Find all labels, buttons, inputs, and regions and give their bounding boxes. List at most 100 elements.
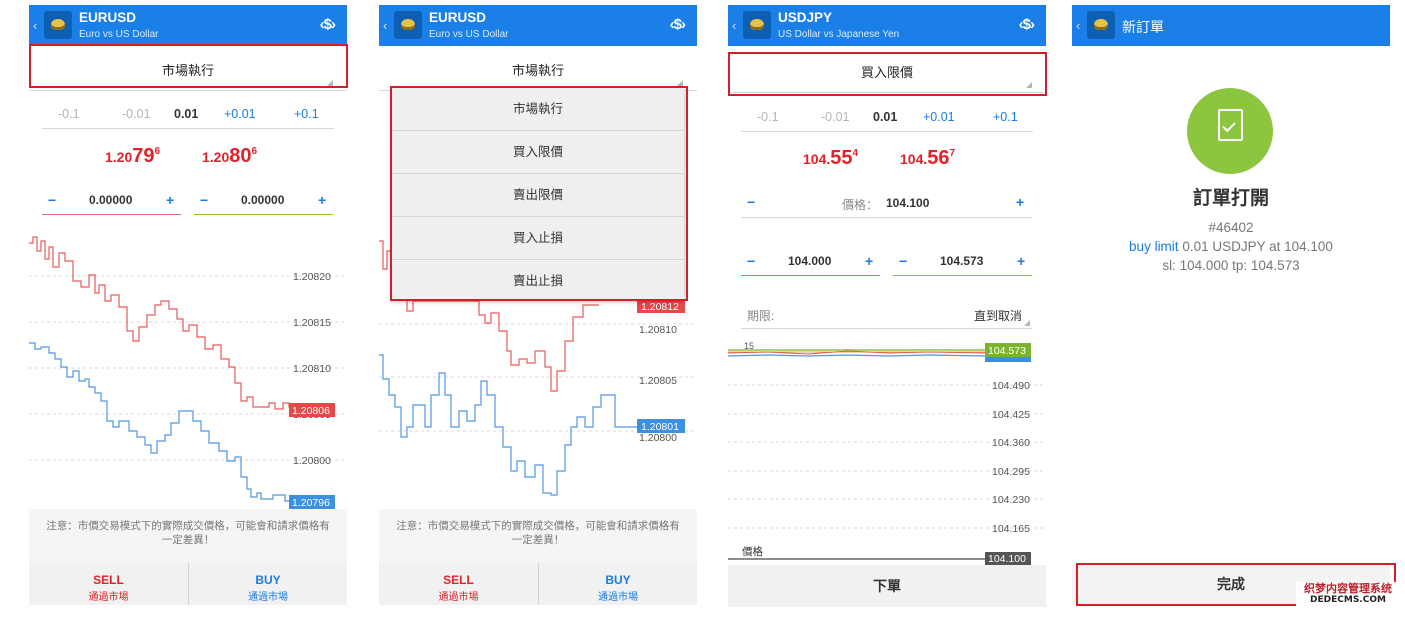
page-title: 新訂單: [1122, 19, 1164, 35]
tick-chart: 1.20820 1.20815 1.20810 1.20805 1.20800 …: [29, 236, 347, 509]
watermark-line1: 织梦内容管理系统: [1304, 582, 1392, 595]
volume-minus-0.01-button[interactable]: -0.01: [122, 107, 151, 121]
highlight-box: [29, 44, 348, 88]
order-kind: buy limit: [1129, 239, 1179, 254]
bid-price: 104.554: [803, 147, 859, 169]
app-logo-icon[interactable]: [394, 11, 422, 39]
order-type-value: 市場執行: [511, 63, 564, 78]
price-line-label: 價格: [742, 545, 763, 558]
order-sltp: sl: 104.000 tp: 104.573: [1162, 258, 1300, 273]
app-logo-icon[interactable]: [44, 11, 72, 39]
price-field[interactable]: − 價格： 104.100 +: [741, 188, 1032, 218]
volume-plus-0.01-button[interactable]: +0.01: [224, 107, 256, 121]
take-profit-minus-button[interactable]: −: [200, 192, 208, 208]
symbol-title: USDJPY: [778, 10, 833, 25]
stop-loss-minus-button[interactable]: −: [48, 192, 56, 208]
axis-label: 1.20820: [293, 271, 331, 283]
axis-label: 104.295: [992, 466, 1030, 478]
price-label: 價格：: [842, 198, 879, 212]
trade-buttons: SELL 通過市場 BUY 通過市場: [379, 563, 697, 605]
stop-loss-plus-button[interactable]: +: [865, 253, 873, 269]
watermark: 织梦内容管理系统 DEDECMS.COM: [1296, 582, 1400, 608]
axis-label: 104.360: [992, 437, 1030, 449]
volume-plus-0.01-button[interactable]: +0.01: [923, 110, 955, 124]
stop-loss-minus-button[interactable]: −: [747, 253, 755, 269]
price-minus-button[interactable]: −: [747, 194, 755, 210]
place-order-button[interactable]: 下單: [728, 565, 1046, 607]
market-note: 注意：市價交易模式下的實際成交價格，可能會和請求價格有一定差異！: [379, 509, 697, 565]
symbol-title: EURUSD: [429, 10, 487, 25]
bid-price-badge-text: 1.20796: [292, 497, 330, 509]
ask-price: 1.20806: [202, 145, 258, 167]
bid-price-badge-text: 1.20801: [641, 421, 679, 433]
back-icon[interactable]: ‹: [33, 18, 37, 33]
take-profit-field[interactable]: − 104.573 +: [893, 246, 1032, 276]
volume-plus-0.1-button[interactable]: +0.1: [993, 110, 1018, 124]
volume-plus-0.1-button[interactable]: +0.1: [294, 107, 319, 121]
buy-button[interactable]: BUY 通過市場: [188, 563, 347, 605]
quote-row: 104.554 104.567: [728, 145, 1046, 179]
back-icon[interactable]: ‹: [732, 18, 736, 33]
change-symbol-icon[interactable]: ‹$›: [320, 16, 336, 33]
bid-price-badge: [985, 357, 1031, 362]
tick-chart: 15 104.573 104.490 104.425 104.360 104.2…: [728, 341, 1046, 565]
app-logo-icon[interactable]: [743, 11, 771, 39]
price-value[interactable]: 104.100: [886, 196, 929, 210]
order-status-title: 訂單打開: [1192, 188, 1269, 209]
axis-label: 1.20800: [639, 432, 677, 444]
take-profit-plus-button[interactable]: +: [1017, 253, 1025, 269]
symbol-description: Euro vs US Dollar: [429, 29, 509, 40]
trade-buttons: SELL 通過市場 BUY 通過市場: [29, 563, 347, 605]
symbol-title: EURUSD: [79, 10, 137, 25]
volume-row: -0.1 -0.01 0.01 +0.01 +0.1: [42, 99, 334, 129]
sell-button[interactable]: SELL 通過市場: [29, 563, 188, 605]
back-icon[interactable]: ‹: [1076, 18, 1080, 33]
order-ticket: #46402: [1208, 220, 1254, 235]
axis-label: 1.20810: [639, 324, 677, 336]
back-icon[interactable]: ‹: [383, 18, 387, 33]
buy-button[interactable]: BUY 通過市場: [538, 563, 697, 605]
stop-loss-plus-button[interactable]: +: [166, 192, 174, 208]
take-profit-badge-text: 104.573: [988, 345, 1026, 357]
symbol-description: US Dollar vs Japanese Yen: [778, 29, 900, 40]
volume-minus-0.1-button[interactable]: -0.1: [58, 107, 80, 121]
symbol-description: Euro vs US Dollar: [79, 29, 159, 40]
axis-label: 1.20805: [639, 375, 677, 387]
change-symbol-icon[interactable]: ‹$›: [670, 16, 686, 33]
volume-minus-0.1-button[interactable]: -0.1: [757, 110, 779, 124]
stop-loss-value[interactable]: 104.000: [788, 254, 831, 268]
axis-label: 104.165: [992, 523, 1030, 535]
sell-button[interactable]: SELL 通過市場: [379, 563, 538, 605]
change-symbol-icon[interactable]: ‹$›: [1019, 16, 1035, 33]
expiry-label: 期限:: [747, 309, 775, 323]
volume-input[interactable]: 0.01: [174, 107, 198, 121]
quote-row: 1.20796 1.20806: [29, 141, 347, 175]
ask-price-badge-text: 1.20806: [292, 405, 330, 417]
volume-row: -0.1 -0.01 0.01 +0.01 +0.1: [741, 102, 1033, 132]
volume-input[interactable]: 0.01: [873, 110, 897, 124]
volume-minus-0.01-button[interactable]: -0.01: [821, 110, 850, 124]
order-type-select[interactable]: 市場執行: [379, 51, 697, 91]
take-profit-field[interactable]: − 0.00000 +: [194, 185, 333, 215]
axis-label: 1.20800: [293, 455, 331, 467]
take-profit-value[interactable]: 0.00000: [241, 193, 284, 207]
header-bar: ‹ USDJPY US Dollar vs Japanese Yen ‹$›: [728, 5, 1046, 46]
highlight-box: [390, 86, 688, 301]
ask-price: 104.567: [900, 147, 956, 169]
highlight-box: [728, 52, 1047, 96]
stop-loss-field[interactable]: − 104.000 +: [741, 246, 880, 276]
expiry-select[interactable]: 期限: 直到取消: [741, 299, 1032, 329]
take-profit-minus-button[interactable]: −: [899, 253, 907, 269]
stop-loss-field[interactable]: − 0.00000 +: [42, 185, 181, 215]
app-logo-icon[interactable]: [1087, 11, 1115, 39]
price-plus-button[interactable]: +: [1016, 194, 1024, 210]
watermark-line2: DEDECMS.COM: [1310, 595, 1386, 605]
take-profit-value[interactable]: 104.573: [940, 254, 983, 268]
order-detail: 0.01 USDJPY at 104.100: [1182, 239, 1333, 254]
bid-price: 1.20796: [105, 145, 161, 167]
price-badge-text: 104.100: [988, 553, 1026, 565]
axis-label: 104.490: [992, 380, 1030, 392]
take-profit-plus-button[interactable]: +: [318, 192, 326, 208]
header-bar: ‹ 新訂單: [1072, 5, 1390, 46]
stop-loss-value[interactable]: 0.00000: [89, 193, 132, 207]
